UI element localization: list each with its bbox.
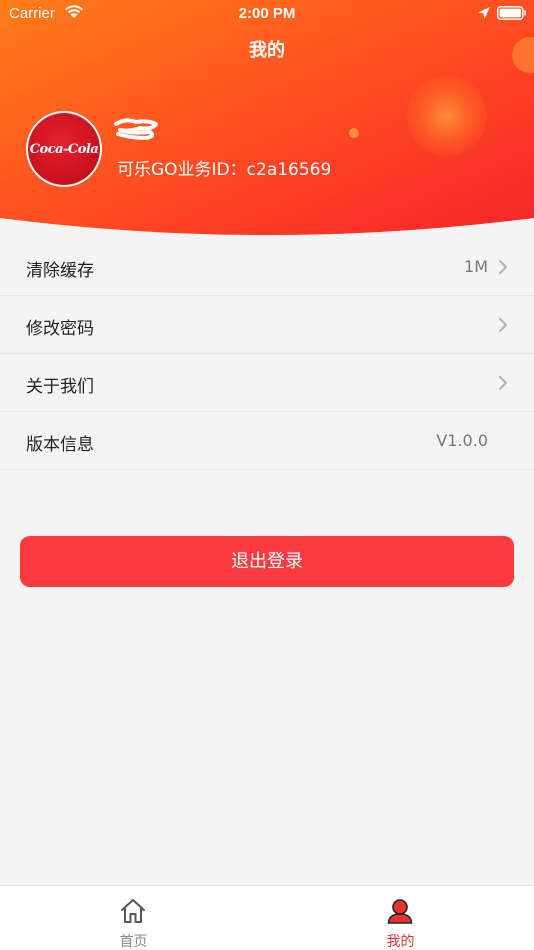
status-bar: Carrier 2:00 PM [0,0,534,28]
row-label: 版本信息 [26,435,94,455]
user-id-label: 可乐GO业务ID：c2a16569 [117,160,332,180]
location-arrow-icon [477,6,491,24]
version-value: V1.0.0 [436,431,488,450]
profile-header: Carrier 2:00 PM 我的 Coca-Cola 可乐GO业务ID：c2… [0,0,534,240]
change-password-row[interactable]: 修改密码 [0,296,534,354]
battery-icon [497,6,527,24]
clear-cache-row[interactable]: 清除缓存 1M [0,238,534,296]
redacted-username [114,118,158,140]
version-info-row: 版本信息 V1.0.0 [0,412,534,470]
tab-label: 我的 [386,934,415,950]
cache-size-value: 1M [464,257,488,276]
tab-bar: 首页 我的 [0,885,534,950]
coca-cola-logo: Coca-Cola [28,113,100,185]
avatar[interactable]: Coca-Cola [26,111,102,187]
row-label: 清除缓存 [26,261,94,281]
tab-home[interactable]: 首页 [0,886,267,950]
row-label: 修改密码 [26,319,94,339]
home-icon [118,896,148,930]
logout-button[interactable]: 退出登录 [20,536,514,587]
chevron-right-icon [498,375,508,395]
status-time: 2:00 PM [238,5,296,22]
about-us-row[interactable]: 关于我们 [0,354,534,412]
user-icon [385,896,415,930]
row-label: 关于我们 [26,377,94,397]
tab-mine[interactable]: 我的 [267,886,534,950]
page-title: 我的 [249,40,285,61]
settings-list: 清除缓存 1M 修改密码 关于我们 版本信息 V1.0.0 [0,238,534,470]
chevron-right-icon [498,317,508,337]
chevron-right-icon [498,259,508,279]
tab-label: 首页 [119,934,148,950]
